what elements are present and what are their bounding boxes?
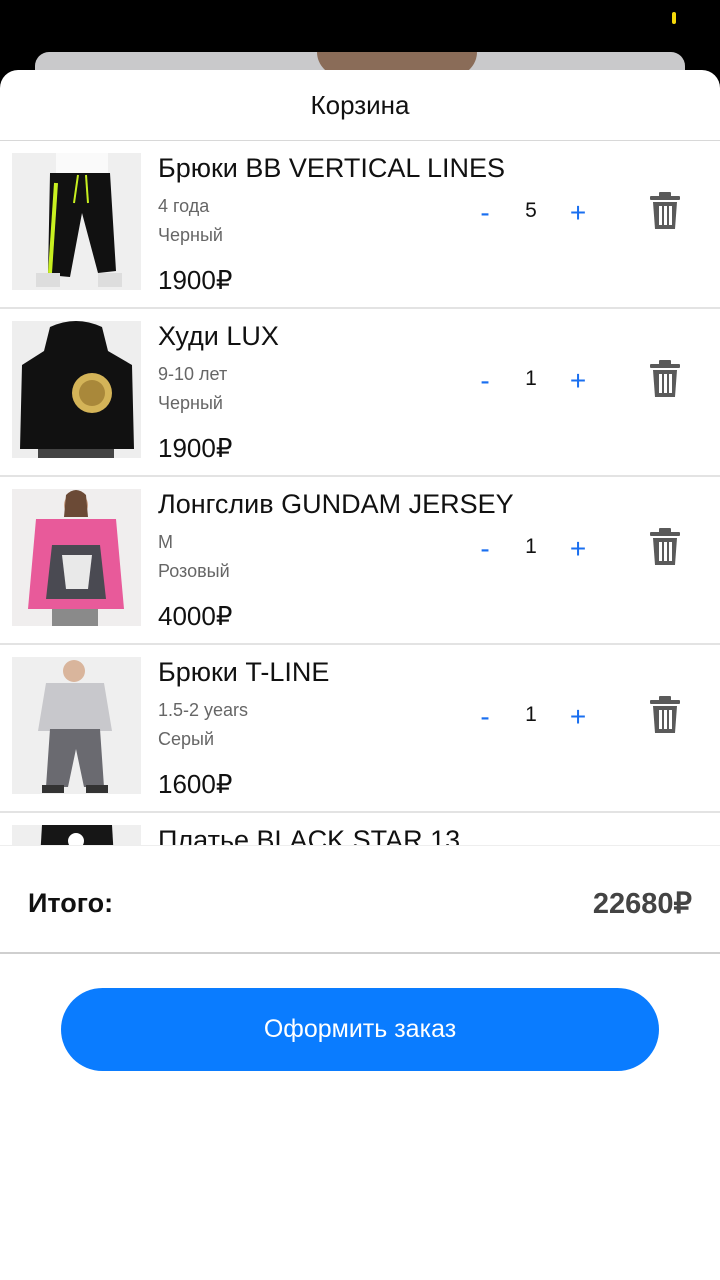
product-name[interactable]: Брюки T-LINE	[158, 657, 329, 688]
product-color: Серый	[158, 729, 215, 749]
plus-icon[interactable]: +	[563, 361, 593, 401]
quantity-value: 5	[525, 199, 537, 222]
product-color: Черный	[158, 225, 223, 245]
minus-icon[interactable]: -	[470, 529, 500, 569]
cart-item[interactable]: Платье BLACK STAR 13	[0, 813, 720, 845]
product-image[interactable]	[12, 825, 141, 845]
quantity-value: 1	[525, 535, 537, 558]
minus-icon[interactable]: -	[470, 193, 500, 233]
cart-item[interactable]: Худи LUX 9-10 лет Черный 1900₽ - 1 +	[0, 309, 720, 477]
sheet-header: Корзина	[0, 70, 720, 141]
order-total: Итого: 22680₽	[0, 845, 720, 954]
product-size: 1.5-2 years	[158, 700, 249, 720]
product-size: 4 года	[158, 196, 210, 216]
cart-item[interactable]: Лонгслив GUNDAM JERSEY M Розовый 4000₽ -…	[0, 477, 720, 645]
plus-icon[interactable]: +	[563, 697, 593, 737]
plus-icon[interactable]: +	[563, 529, 593, 569]
trash-icon[interactable]	[648, 527, 682, 567]
product-name[interactable]: Платье BLACK STAR 13	[158, 825, 460, 845]
plus-icon[interactable]: +	[563, 193, 593, 233]
product-name[interactable]: Худи LUX	[158, 321, 279, 352]
total-label: Итого:	[28, 888, 114, 918]
product-size: 9-10 лет	[158, 364, 228, 384]
product-price: 4000₽	[158, 601, 233, 631]
product-image[interactable]	[12, 153, 141, 290]
cart-item[interactable]: Брюки T-LINE 1.5-2 years Серый 1600₽ - 1…	[0, 645, 720, 813]
minus-icon[interactable]: -	[470, 697, 500, 737]
product-name[interactable]: Брюки BB VERTICAL LINES	[158, 153, 505, 184]
total-value: 22680₽	[592, 888, 692, 920]
product-name[interactable]: Лонгслив GUNDAM JERSEY	[158, 489, 514, 520]
battery-indicator	[672, 12, 676, 24]
checkout-button[interactable]: Оформить заказ	[61, 988, 659, 1071]
cart-list[interactable]: Брюки BB VERTICAL LINES 4 года Черный 19…	[0, 141, 720, 845]
product-image[interactable]	[12, 321, 141, 458]
product-color: Черный	[158, 393, 223, 413]
product-price: 1600₽	[158, 769, 233, 799]
quantity-value: 1	[525, 703, 537, 726]
product-size: M	[158, 532, 173, 552]
trash-icon[interactable]	[648, 695, 682, 735]
minus-icon[interactable]: -	[470, 361, 500, 401]
cart-item[interactable]: Брюки BB VERTICAL LINES 4 года Черный 19…	[0, 141, 720, 309]
page-title: Корзина	[310, 89, 410, 120]
product-image[interactable]	[12, 489, 141, 626]
quantity-value: 1	[525, 367, 537, 390]
product-color: Розовый	[158, 561, 230, 581]
trash-icon[interactable]	[648, 359, 682, 399]
product-price: 1900₽	[158, 265, 233, 295]
product-price: 1900₽	[158, 433, 233, 463]
product-image[interactable]	[12, 657, 141, 794]
cart-sheet: Корзина Брюки BB VERTICAL LINES 4 года Ч…	[0, 70, 720, 1280]
trash-icon[interactable]	[648, 191, 682, 231]
status-bar	[0, 0, 720, 56]
